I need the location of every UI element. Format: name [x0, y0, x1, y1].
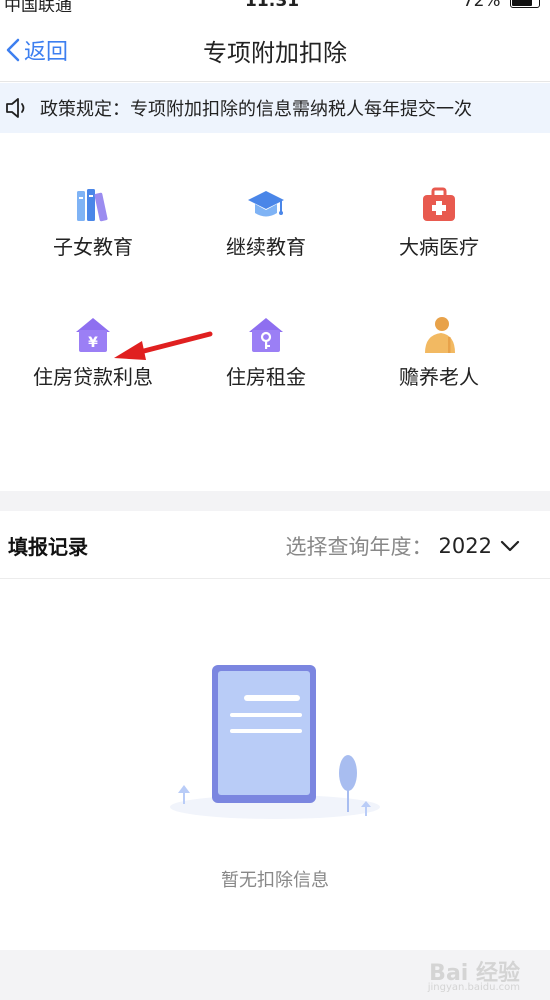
records-title: 填报记录: [8, 535, 88, 559]
category-label: 住房贷款利息: [33, 365, 153, 389]
medical-kit-icon: [423, 187, 455, 221]
category-children-education[interactable]: 子女教育: [8, 185, 178, 260]
books-icon: [77, 189, 108, 222]
records-header: 填报记录 选择查询年度： 2022: [0, 511, 550, 579]
notice-text: 政策规定：专项附加扣除的信息需纳税人每年提交一次: [40, 99, 472, 120]
chevron-down-icon: [500, 540, 520, 552]
year-selector-label: 选择查询年度：: [285, 535, 433, 559]
speaker-icon: [2, 93, 32, 123]
status-battery-group: 72%: [463, 0, 540, 11]
house-key-icon: [249, 318, 283, 352]
status-bar: 中国联通 11:31 72%: [0, 0, 550, 12]
battery-icon: [510, 0, 540, 8]
category-elderly-support[interactable]: 赡养老人: [354, 315, 524, 390]
status-time: 11:31: [245, 0, 300, 11]
house-yuan-icon: ¥: [76, 318, 110, 352]
deduction-category-grid: 子女教育 继续教育 大病医疗 ¥ 住房贷款利息 住房租金 赡养老人: [0, 133, 550, 491]
category-label: 赡养老人: [399, 365, 479, 389]
empty-document-illustration: [170, 665, 380, 819]
category-housing-loan-interest[interactable]: ¥ 住房贷款利息: [8, 315, 178, 390]
navigation-bar: 返回 专项附加扣除: [0, 12, 550, 82]
section-divider: [0, 491, 550, 511]
records-empty-state: 暂无扣除信息: [0, 580, 550, 950]
year-selector[interactable]: 选择查询年度： 2022: [286, 531, 520, 561]
graduation-cap-icon: [248, 191, 284, 217]
elderly-person-icon: [425, 317, 455, 353]
battery-percent: 72%: [462, 0, 501, 11]
category-label: 大病医疗: [399, 235, 479, 259]
page-title: 专项附加扣除: [203, 39, 347, 67]
category-label: 住房租金: [226, 365, 306, 389]
empty-message: 暂无扣除信息: [221, 870, 329, 891]
carrier-name: 中国联通: [4, 0, 72, 12]
category-label: 继续教育: [226, 235, 306, 259]
policy-notice: 政策规定：专项附加扣除的信息需纳税人每年提交一次: [0, 83, 550, 133]
watermark-url: jingyan.baidu.com: [427, 982, 520, 993]
svg-text:¥: ¥: [88, 335, 98, 351]
category-continuing-education[interactable]: 继续教育: [181, 185, 351, 260]
category-label: 子女教育: [53, 235, 133, 259]
year-value: 2022: [438, 534, 492, 558]
category-serious-illness[interactable]: 大病医疗: [354, 185, 524, 260]
category-housing-rent[interactable]: 住房租金: [181, 315, 351, 390]
